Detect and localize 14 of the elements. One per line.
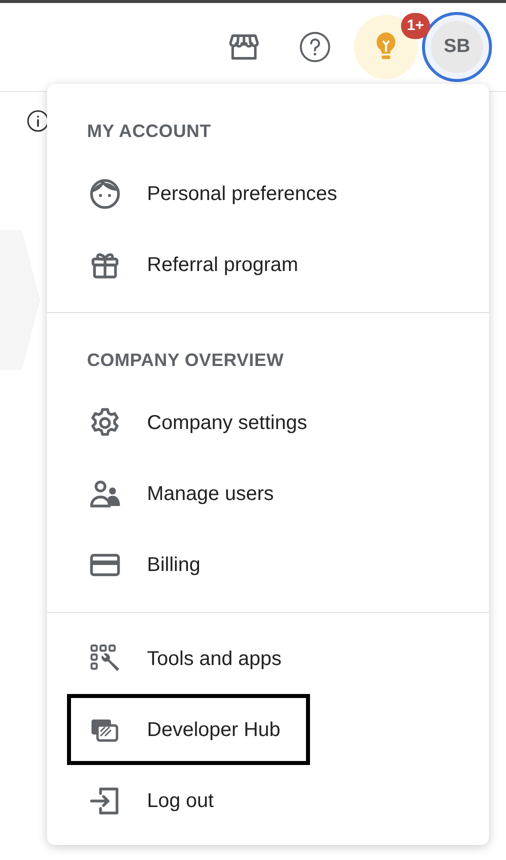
- section-heading: COMPANY OVERVIEW: [86, 349, 285, 372]
- menu-item[interactable]: Log out: [67, 765, 244, 836]
- section-heading: MY ACCOUNT: [86, 120, 212, 143]
- menu-item[interactable]: Personal preferences: [67, 158, 368, 229]
- menu-item[interactable]: Referral program: [67, 229, 328, 300]
- menu-item[interactable]: Billing: [67, 529, 230, 600]
- menu-item[interactable]: Developer Hub: [67, 694, 310, 765]
- menu-item[interactable]: Tools and apps: [67, 623, 312, 694]
- menu-item[interactable]: Company settings: [67, 387, 338, 458]
- info-icon[interactable]: [26, 109, 50, 133]
- avatar-button[interactable]: SB: [422, 12, 492, 82]
- notification-badge: 1+: [400, 13, 430, 39]
- help-icon[interactable]: [298, 30, 332, 64]
- menu-item[interactable]: Manage users: [67, 458, 304, 529]
